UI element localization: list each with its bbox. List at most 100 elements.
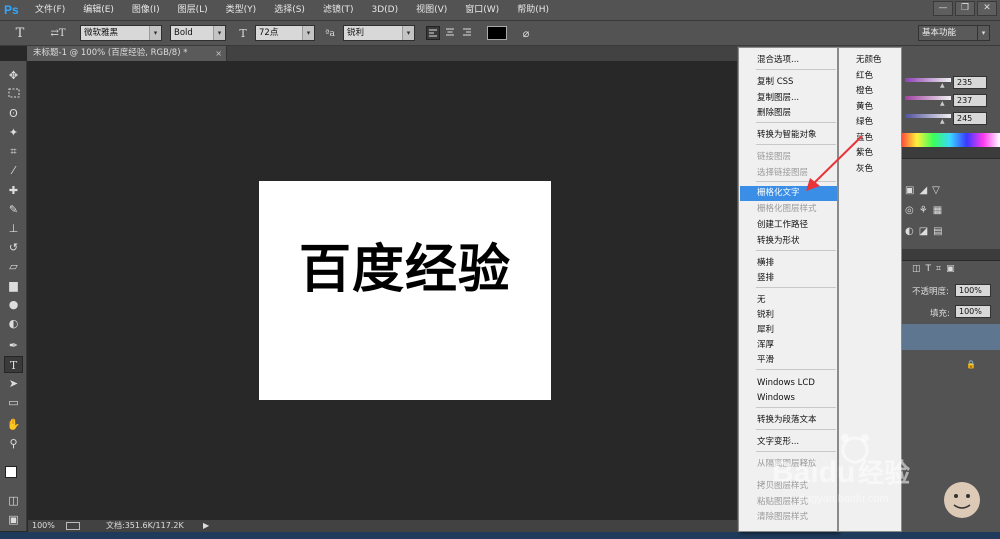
eraser-tool-icon[interactable]: ▱ — [4, 258, 23, 275]
magic-wand-tool-icon[interactable]: ✦ — [4, 124, 23, 141]
context-menu-item[interactable]: 复制图层... — [740, 91, 837, 106]
color-submenu-item[interactable]: 橙色 — [840, 84, 901, 99]
context-menu-item[interactable]: 转换为段落文本 — [740, 413, 837, 428]
chevron-down-icon: ▾ — [402, 26, 414, 40]
marquee-tool-icon[interactable] — [4, 86, 23, 103]
text-color-swatch[interactable] — [487, 26, 507, 40]
color-submenu-item[interactable]: 绿色 — [840, 115, 901, 130]
color-value-r[interactable]: 235 — [953, 76, 987, 89]
menu-file[interactable]: 文件(F) — [26, 0, 74, 20]
slider-thumb-icon[interactable]: ▲ — [940, 100, 945, 107]
slider-thumb-icon[interactable]: ▲ — [940, 82, 945, 89]
menu-separator — [756, 250, 836, 251]
context-menu-item[interactable]: 复制 CSS — [740, 75, 837, 90]
font-family-select[interactable]: 微软雅黑 ▾ — [80, 25, 162, 41]
context-menu-item[interactable]: Windows — [740, 391, 837, 406]
context-menu-item[interactable]: 平滑 — [740, 353, 837, 368]
canvas-text-layer[interactable]: 百度经验 — [259, 227, 551, 302]
adjustment-icons-row-1[interactable]: ▣◢▽ — [905, 185, 945, 196]
clone-stamp-tool-icon[interactable]: ⊥ — [4, 220, 23, 237]
quick-mask-icon[interactable]: ◫ — [4, 492, 23, 509]
close-tab-icon[interactable]: × — [215, 46, 222, 61]
menu-filter[interactable]: 滤镜(T) — [314, 0, 363, 20]
font-size-value: 72点 — [259, 28, 279, 38]
type-tool-icon[interactable]: T — [4, 356, 23, 373]
minimize-button[interactable]: — — [933, 1, 953, 16]
rectangle-tool-icon[interactable]: ▭ — [4, 394, 23, 411]
context-menu-item[interactable]: 浑厚 — [740, 338, 837, 353]
font-family-value: 微软雅黑 — [84, 28, 119, 38]
menu-edit[interactable]: 编辑(E) — [74, 0, 123, 20]
menu-select[interactable]: 选择(S) — [265, 0, 314, 20]
align-center-button[interactable] — [444, 26, 458, 40]
menu-window[interactable]: 窗口(W) — [456, 0, 508, 20]
path-selection-tool-icon[interactable]: ➤ — [4, 375, 23, 392]
context-menu-item[interactable]: 横排 — [740, 256, 837, 271]
menu-3d[interactable]: 3D(D) — [362, 0, 407, 20]
font-size-select[interactable]: 72点 ▾ — [255, 25, 315, 41]
blur-tool-icon[interactable]: ● — [4, 296, 23, 313]
menu-type[interactable]: 类型(Y) — [217, 0, 266, 20]
align-right-button[interactable] — [461, 26, 475, 40]
slider-thumb-icon[interactable]: ▲ — [940, 118, 945, 125]
zoom-level[interactable]: 100% — [32, 520, 55, 532]
crop-tool-icon[interactable]: ⌗ — [4, 143, 23, 160]
font-size-icon: T — [239, 27, 247, 40]
context-menu-item[interactable]: 无 — [740, 293, 837, 308]
opacity-input[interactable]: 100% — [955, 284, 991, 297]
hand-tool-icon[interactable]: ✋ — [4, 416, 23, 433]
close-button[interactable]: ✕ — [977, 1, 997, 16]
menu-layer[interactable]: 图层(L) — [169, 0, 217, 20]
status-menu-arrow-icon[interactable]: ▶ — [203, 520, 209, 532]
text-orientation-icon[interactable]: ⇄T — [48, 24, 68, 44]
restore-button[interactable]: ❐ — [955, 1, 975, 16]
menu-image[interactable]: 图像(I) — [123, 0, 169, 20]
document-tab[interactable]: 未标题-1 @ 100% (百度经验, RGB/8) * × — [27, 46, 227, 61]
color-submenu-item[interactable]: 无颜色 — [840, 53, 901, 68]
adjustment-icons-row-3[interactable]: ◐◪▤ — [905, 226, 948, 237]
lasso-tool-icon[interactable]: ʘ — [4, 105, 23, 122]
layer-filter-icons[interactable]: ◫T⌗▣ — [912, 264, 960, 274]
dodge-tool-icon[interactable]: ◐ — [4, 315, 23, 332]
screen-mode-icon[interactable]: ▣ — [4, 511, 23, 528]
zoom-tool-icon[interactable]: ⚲ — [4, 435, 23, 452]
font-style-select[interactable]: Bold ▾ — [170, 25, 226, 41]
move-tool-icon[interactable]: ✥ — [4, 67, 23, 84]
context-menu-item[interactable]: 混合选项... — [740, 53, 837, 68]
layer-row-selected[interactable] — [900, 324, 1000, 350]
brush-tool-icon[interactable]: ✎ — [4, 201, 23, 218]
context-menu-item[interactable]: 转换为形状 — [740, 234, 837, 249]
context-menu-item[interactable]: Windows LCD — [740, 376, 837, 391]
align-left-button[interactable] — [426, 26, 440, 40]
color-submenu-item[interactable]: 红色 — [840, 69, 901, 84]
eyedropper-tool-icon[interactable]: ⁄ — [4, 162, 23, 179]
context-menu-item[interactable]: 竖排 — [740, 271, 837, 286]
color-spectrum-bar[interactable] — [900, 133, 1000, 147]
adjustment-icons-row-2[interactable]: ◎⚘▦ — [905, 205, 947, 216]
healing-brush-tool-icon[interactable]: ✚ — [4, 182, 23, 199]
fill-input[interactable]: 100% — [955, 305, 991, 318]
document-canvas[interactable]: 百度经验 — [259, 181, 551, 400]
options-bar: T ⇄T 微软雅黑 ▾ Bold ▾ T 72点 ▾ ªa 锐利 ▾ ⌀ 基本功能 ▾ — [0, 20, 1000, 46]
color-value-g[interactable]: 237 — [953, 94, 987, 107]
photoshop-logo: Ps — [4, 3, 19, 17]
color-submenu-item[interactable]: 黄色 — [840, 100, 901, 115]
workspace-select[interactable]: 基本功能 ▾ — [918, 25, 990, 41]
context-menu-item[interactable]: 删除图层 — [740, 106, 837, 121]
gradient-tool-icon[interactable]: ▆ — [4, 277, 23, 294]
history-brush-tool-icon[interactable]: ↺ — [4, 239, 23, 256]
menu-view[interactable]: 视图(V) — [407, 0, 456, 20]
antialias-select[interactable]: 锐利 ▾ — [343, 25, 415, 41]
menu-help[interactable]: 帮助(H) — [508, 0, 558, 20]
color-value-b[interactable]: 245 — [953, 112, 987, 125]
pen-tool-icon[interactable]: ✒ — [4, 337, 23, 354]
foreground-color-swatch[interactable] — [5, 466, 17, 478]
document-info: 文档:351.6K/117.2K — [106, 521, 184, 530]
text-tool-icon[interactable]: T — [10, 24, 30, 44]
window-controls: — ❐ ✕ — [933, 1, 997, 16]
warp-text-icon[interactable]: ⌀ — [516, 24, 536, 44]
context-menu-item[interactable]: 创建工作路径 — [740, 218, 837, 233]
context-menu-item[interactable]: 犀利 — [740, 323, 837, 338]
context-menu-item[interactable]: 锐利 — [740, 308, 837, 323]
font-style-value: Bold — [174, 28, 193, 38]
